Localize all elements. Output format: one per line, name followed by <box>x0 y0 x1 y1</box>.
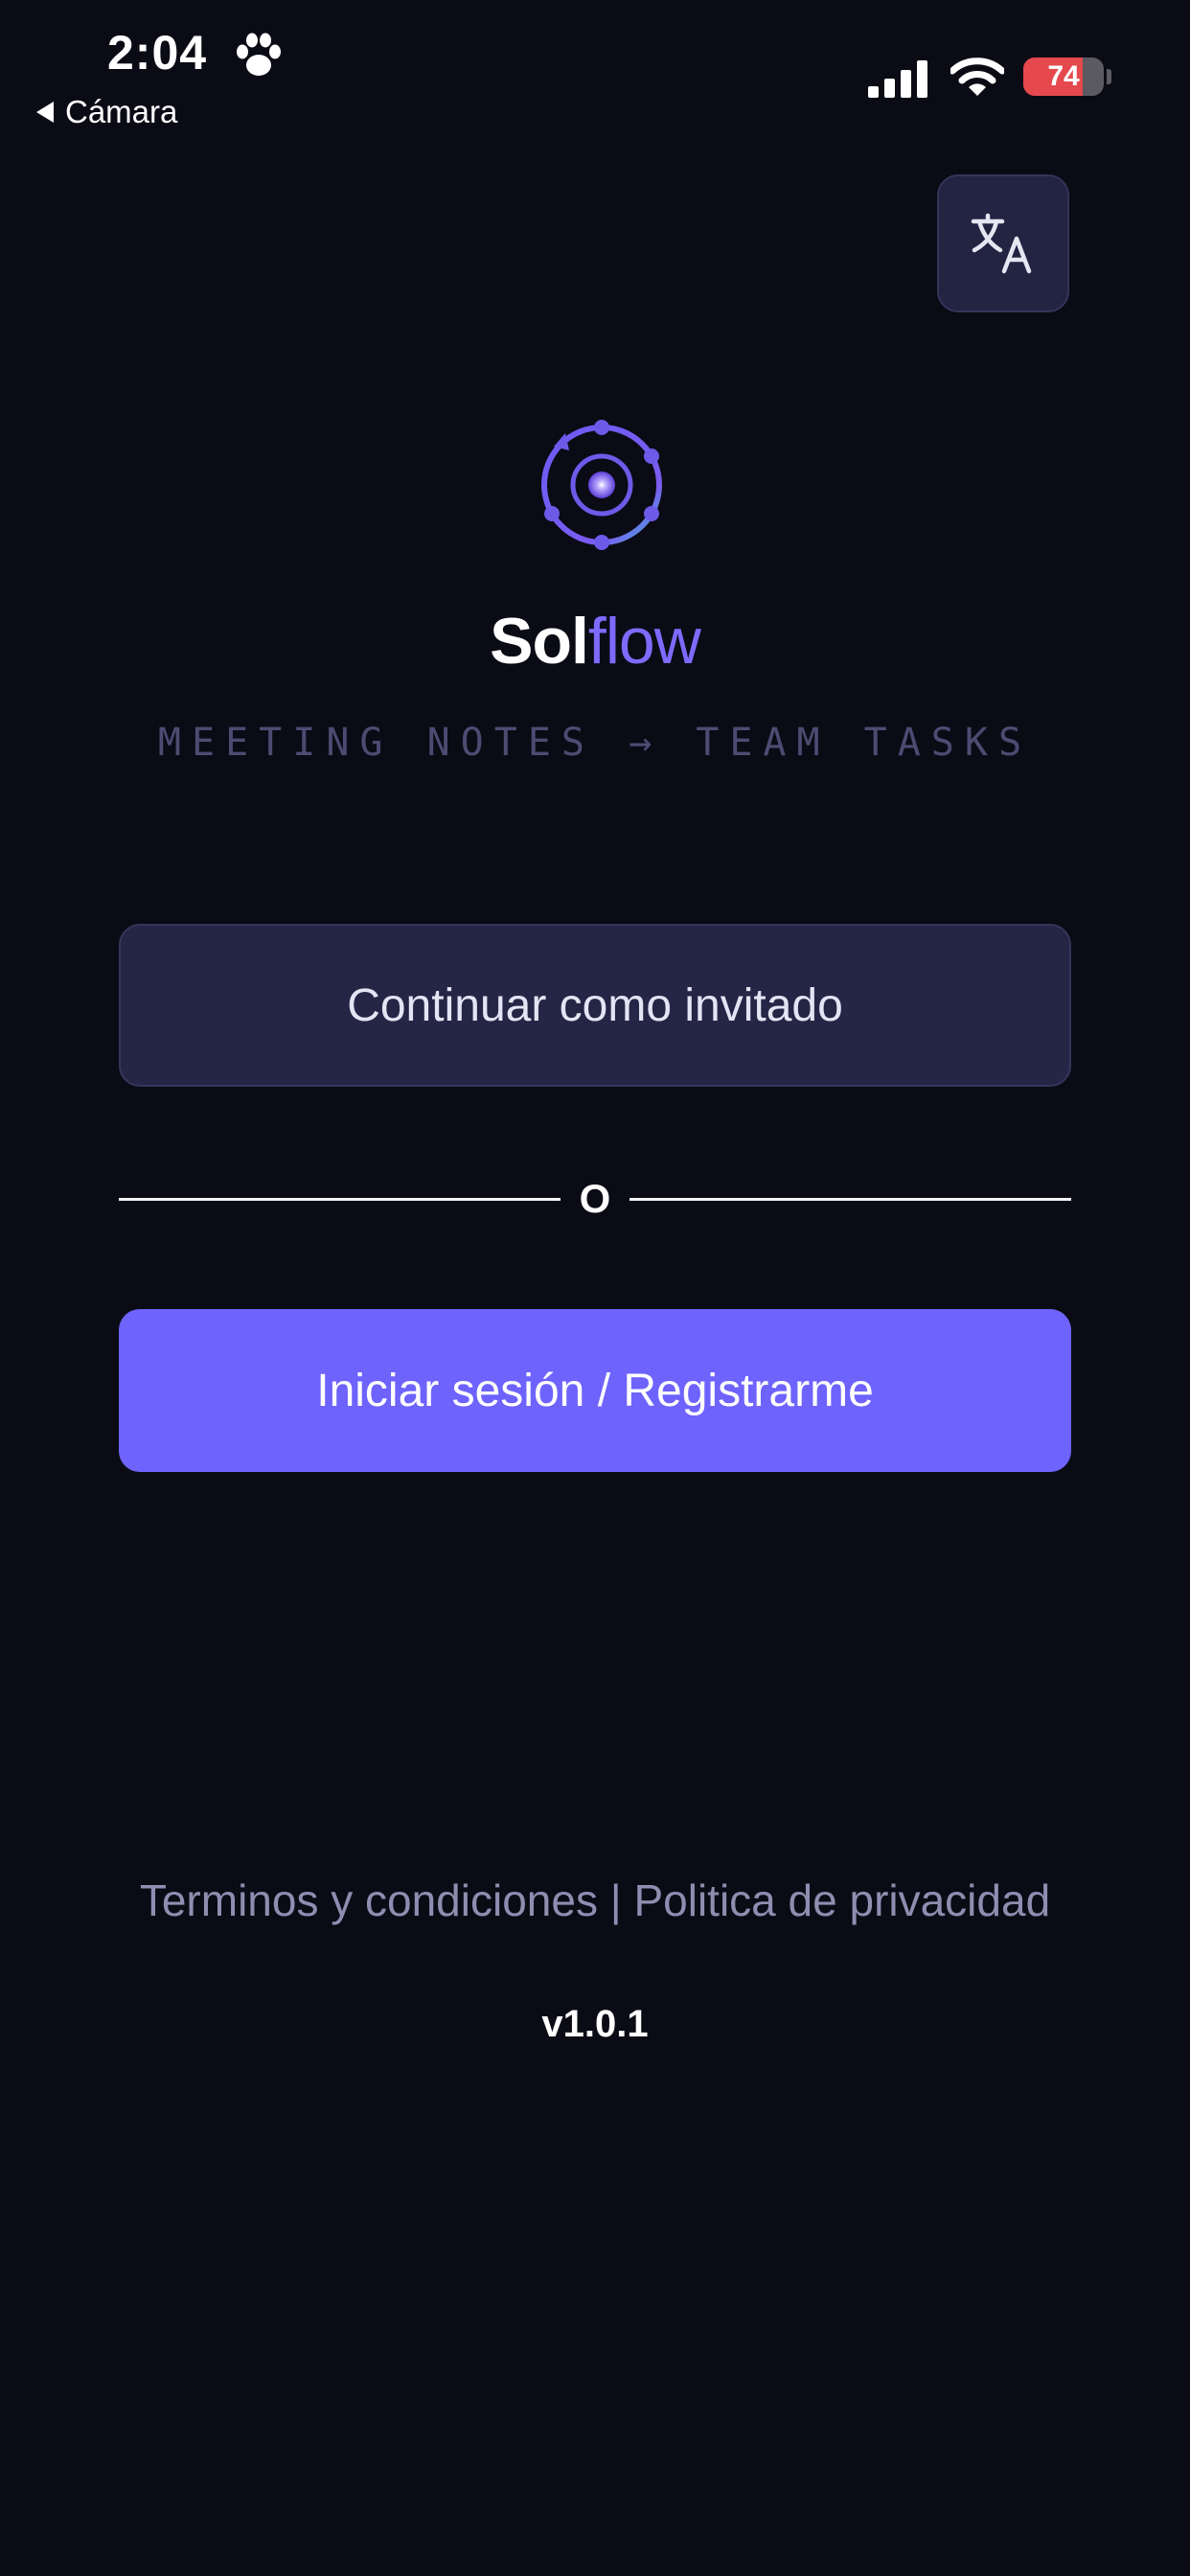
legal-links: Terminos y condiciones | Politica de pri… <box>0 1874 1190 1926</box>
divider-label: O <box>579 1176 611 1221</box>
translate-icon <box>971 213 1032 274</box>
back-to-app-link[interactable]: Cámara <box>36 94 177 130</box>
divider-line-left <box>119 1197 561 1201</box>
battery-nub <box>1107 69 1111 84</box>
battery-level: 74 <box>1047 60 1080 92</box>
login-register-button[interactable]: Iniciar sesión / Registrarme <box>119 1309 1071 1472</box>
solflow-logo-icon <box>541 420 662 550</box>
wordmark-light: flow <box>587 605 701 678</box>
wifi-icon <box>950 58 1004 96</box>
terms-link[interactable]: Terminos y condiciones <box>140 1875 598 1925</box>
back-app-label: Cámara <box>65 94 178 129</box>
app-wordmark: Solflow <box>0 604 1190 678</box>
or-divider: O <box>119 1173 1071 1225</box>
back-arrow-icon <box>36 102 54 123</box>
paw-icon <box>237 33 281 76</box>
legal-separator: | <box>609 1875 622 1925</box>
divider-line-right <box>629 1197 1071 1201</box>
battery-indicator: 74 <box>1023 58 1104 96</box>
app-version: v1.0.1 <box>541 2003 649 2045</box>
login-screen: 2:04 Cámara 74 Solflow MEETING NOTES → T… <box>0 0 1190 2576</box>
wordmark-strong: Sol <box>490 605 589 678</box>
status-time: 2:04 <box>107 26 208 80</box>
app-tagline: MEETING NOTES → TEAM TASKS <box>157 721 1033 765</box>
privacy-link[interactable]: Politica de privacidad <box>633 1875 1050 1925</box>
signal-icon <box>868 60 927 98</box>
continue-as-guest-button[interactable]: Continuar como invitado <box>119 924 1071 1087</box>
language-button[interactable] <box>937 174 1069 312</box>
